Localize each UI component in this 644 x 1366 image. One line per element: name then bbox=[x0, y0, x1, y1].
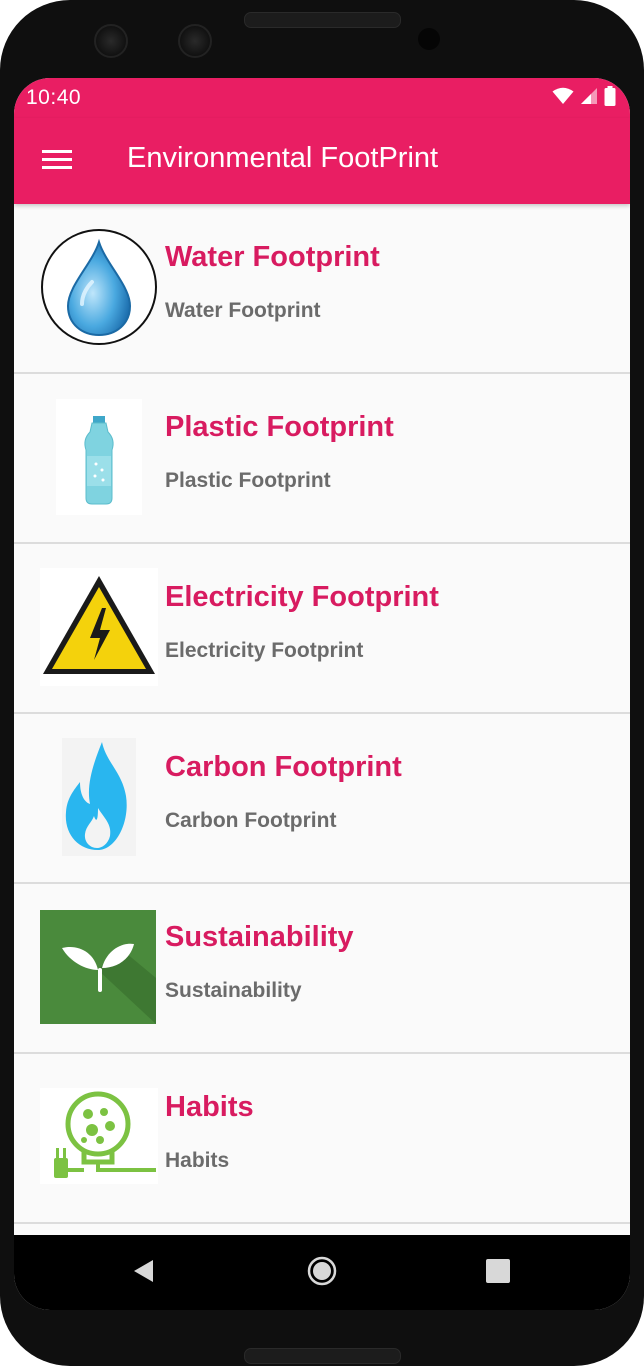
item-subtitle: Carbon Footprint bbox=[165, 809, 337, 832]
item-subtitle: Water Footprint bbox=[165, 299, 321, 322]
item-subtitle: Electricity Footprint bbox=[165, 639, 364, 662]
app-title: Environmental FootPrint bbox=[127, 142, 439, 174]
wifi-icon bbox=[552, 87, 574, 110]
flame-icon bbox=[40, 738, 158, 856]
hamburger-menu-icon bbox=[42, 149, 74, 176]
app-bar: Environmental FootPrint bbox=[14, 118, 630, 204]
back-icon bbox=[131, 1258, 157, 1289]
item-title: Plastic Footprint bbox=[165, 411, 394, 443]
recents-icon bbox=[485, 1258, 511, 1289]
list-item-plastic-footprint[interactable]: Plastic Footprint Plastic Footprint bbox=[14, 374, 630, 544]
item-title: Water Footprint bbox=[165, 241, 380, 273]
list-item-carbon-footprint[interactable]: Carbon Footprint Carbon Footprint bbox=[14, 714, 630, 884]
front-camera-secondary bbox=[178, 24, 212, 58]
menu-button[interactable] bbox=[36, 144, 80, 180]
water-drop-icon bbox=[40, 228, 158, 346]
proximity-sensor bbox=[418, 28, 440, 50]
item-title: Sustainability bbox=[165, 921, 354, 953]
recents-button[interactable] bbox=[480, 1255, 516, 1291]
front-camera bbox=[94, 24, 128, 58]
list-item-sustainability[interactable]: Sustainability Sustainability bbox=[14, 884, 630, 1054]
sprout-icon bbox=[40, 908, 158, 1026]
item-subtitle: Sustainability bbox=[165, 979, 302, 1002]
bottom-speaker bbox=[244, 1348, 401, 1364]
item-title: Electricity Footprint bbox=[165, 581, 439, 613]
item-subtitle: Habits bbox=[165, 1149, 230, 1172]
back-button[interactable] bbox=[126, 1255, 162, 1291]
high-voltage-icon bbox=[40, 568, 158, 686]
list-item-water-footprint[interactable]: Water Footprint Water Footprint bbox=[14, 204, 630, 374]
plastic-bottle-icon bbox=[40, 398, 158, 516]
screen: 10:40 Environmental FootPrint Water Foot… bbox=[14, 78, 630, 1310]
item-title: Habits bbox=[165, 1091, 254, 1123]
footprint-list: Water Footprint Water Footprint Plastic … bbox=[14, 204, 630, 1224]
battery-icon bbox=[604, 86, 616, 111]
list-item-habits[interactable]: Habits Habits bbox=[14, 1054, 630, 1224]
list-item-electricity-footprint[interactable]: Electricity Footprint Electricity Footpr… bbox=[14, 544, 630, 714]
earpiece-speaker bbox=[244, 12, 401, 28]
navigation-bar bbox=[14, 1235, 630, 1310]
item-subtitle: Plastic Footprint bbox=[165, 469, 331, 492]
item-title: Carbon Footprint bbox=[165, 751, 402, 783]
home-icon bbox=[307, 1256, 337, 1291]
status-bar: 10:40 bbox=[14, 78, 630, 118]
home-button[interactable] bbox=[304, 1255, 340, 1291]
phone-frame: 10:40 Environmental FootPrint Water Foot… bbox=[0, 0, 644, 1366]
eco-bulb-icon bbox=[40, 1078, 158, 1196]
status-icons bbox=[552, 86, 616, 111]
signal-icon bbox=[580, 87, 598, 110]
status-time: 10:40 bbox=[26, 86, 82, 109]
